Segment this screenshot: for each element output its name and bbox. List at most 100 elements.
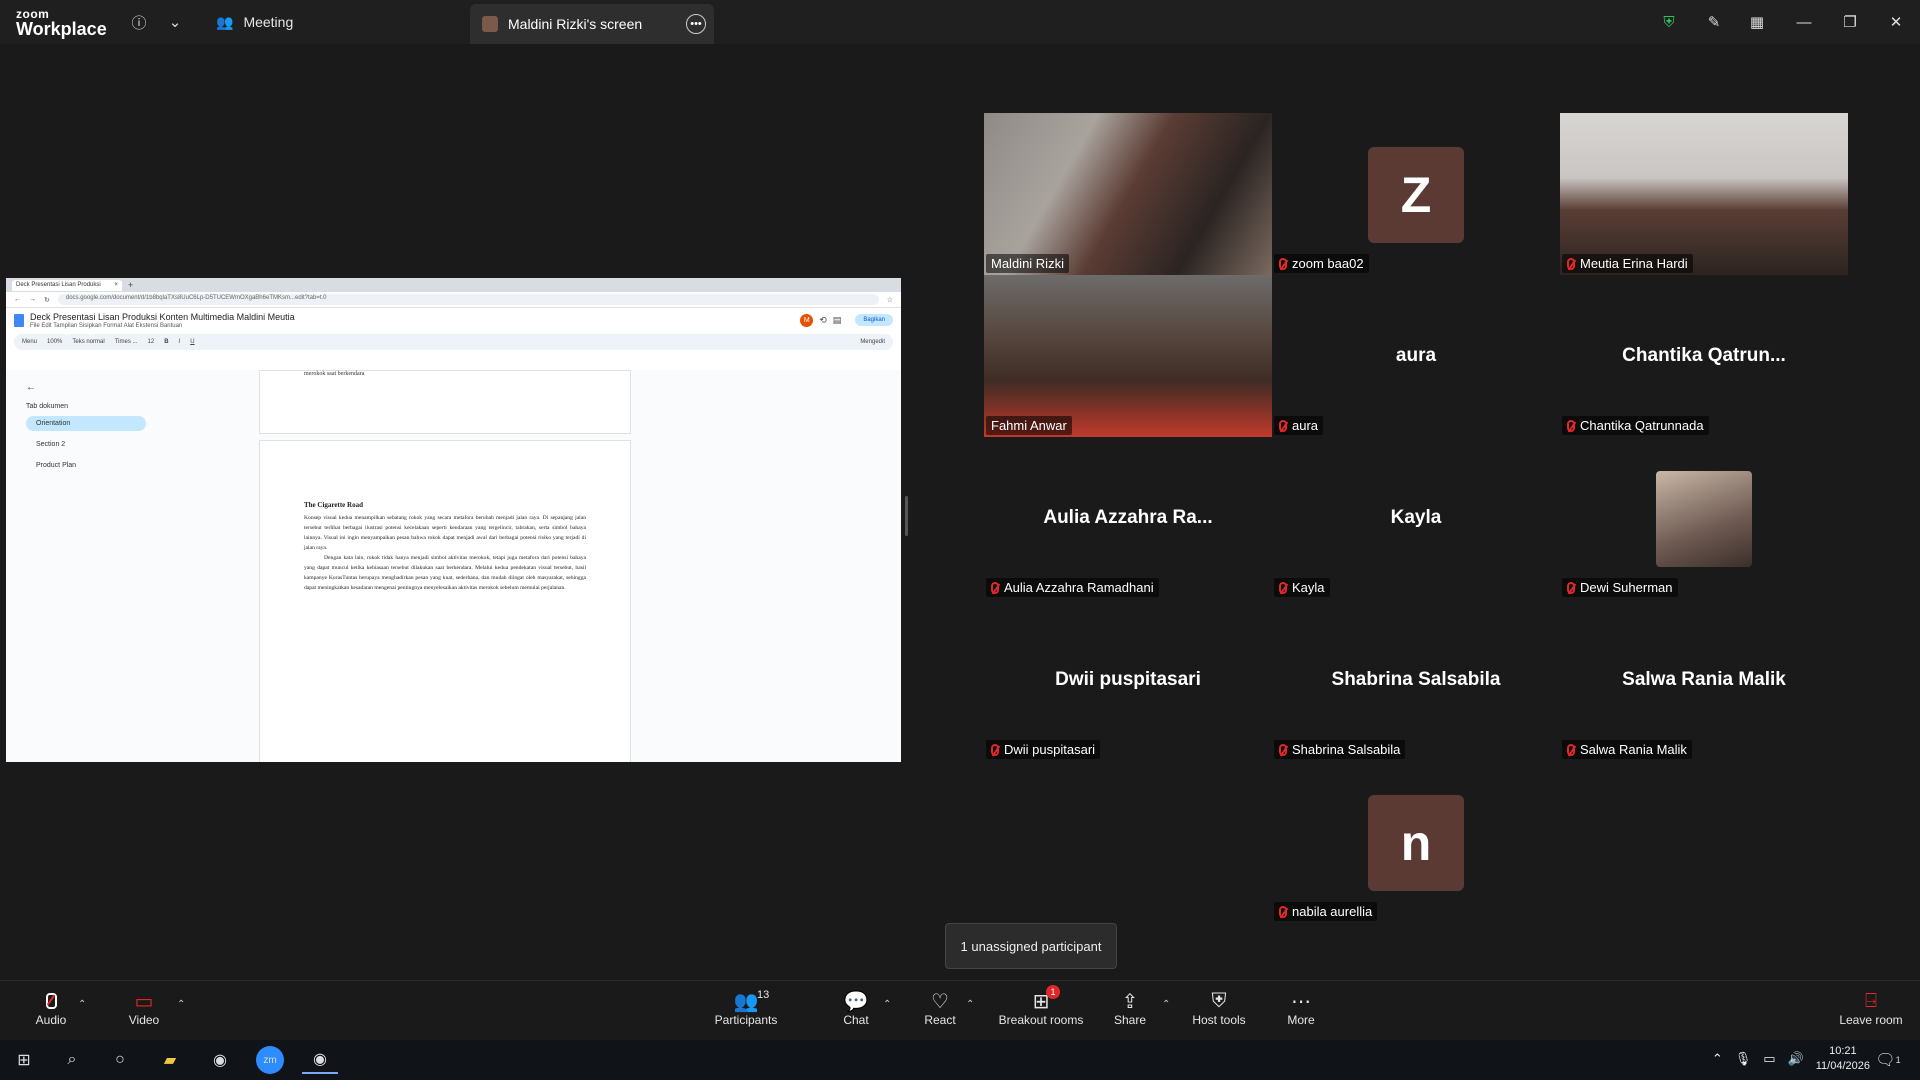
network-icon[interactable]: ▭ [1763, 1051, 1775, 1067]
participant-tile-fahmi[interactable]: Fahmi Anwar [984, 275, 1272, 437]
toolbar-item[interactable]: 12 [148, 339, 155, 345]
participant-tile-maldini[interactable]: Maldini Rizki [984, 113, 1272, 275]
chrome-icon[interactable]: ◉ [202, 1046, 238, 1074]
leave-room-button[interactable]: ⍈ Leave room [1826, 989, 1916, 1028]
toolbar-item[interactable]: Times ... [115, 339, 138, 345]
windows-start-icon[interactable]: ⊞ [6, 1046, 42, 1074]
docs-body: ← Tab dokumen Orientation Section 2 Prod… [6, 370, 901, 762]
star-icon[interactable]: ☆ [887, 296, 893, 304]
toolbar-item[interactable]: U [190, 339, 194, 345]
mic-muted-icon [1567, 419, 1575, 432]
participant-tile-dewi[interactable]: Dewi Suherman [1560, 437, 1848, 599]
participant-name-label: Chantika Qatrunnada [1562, 416, 1709, 435]
restore-icon[interactable]: ❐ [1838, 10, 1862, 34]
shield-icon[interactable]: ⛨ [1657, 10, 1681, 34]
close-tab-icon[interactable]: × [114, 282, 118, 289]
browser-tab[interactable]: Deck Presentasi Lisan Produksi × [12, 279, 122, 291]
previous-page: merokok saat berkendara [259, 370, 631, 434]
chrome-active-icon[interactable]: ◉ [302, 1046, 338, 1074]
more-button[interactable]: ⋯ More [1256, 989, 1346, 1028]
reload-icon[interactable]: ↻ [44, 296, 50, 304]
participant-tile-aura[interactable]: aura aura [1272, 275, 1560, 437]
video-button[interactable]: ▭ Video [99, 989, 189, 1028]
share-screen-icon: ⇪ [1121, 990, 1139, 1013]
volume-icon[interactable]: 🔊 [1788, 1051, 1804, 1067]
address-bar[interactable]: docs.google.com/document/d/1b8bqlaTXs8Uu… [57, 294, 879, 305]
unassigned-tooltip: 1 unassigned participant [945, 923, 1117, 969]
participant-tile-aulia[interactable]: Aulia Azzahra Ra... Aulia Azzahra Ramadh… [984, 437, 1272, 599]
tab-shared-screen[interactable]: Maldini Rizki's screen ••• [470, 4, 714, 44]
shared-screen[interactable]: Deck Presentasi Lisan Produksi × + ← → ↻ … [6, 278, 901, 762]
mic-muted-icon [1567, 743, 1575, 756]
clock[interactable]: 10:21 11/04/2026 [1816, 1044, 1870, 1074]
participant-tile-dwii[interactable]: Dwii puspitasari Dwii puspitasari [984, 599, 1272, 761]
mic-muted-icon [1279, 419, 1287, 432]
forward-icon[interactable]: → [29, 296, 36, 303]
profile-photo [1656, 471, 1752, 567]
participant-name-label: Aulia Azzahra Ramadhani [986, 578, 1159, 597]
breakout-rooms-button[interactable]: ⊞ 1 Breakout rooms [986, 985, 1096, 1027]
comment-icon[interactable]: ▤ [833, 315, 842, 326]
user-avatar[interactable]: M [800, 313, 814, 327]
minimize-icon[interactable]: — [1792, 10, 1816, 34]
tab-meeting[interactable]: 👥 Meeting [216, 0, 293, 44]
browser-address-row: ← → ↻ docs.google.com/document/d/1b8bqla… [6, 292, 901, 308]
host-tools-button[interactable]: ⛨ Host tools [1174, 989, 1264, 1028]
participant-name-label: Salwa Rania Malik [1562, 740, 1692, 759]
share-doc-button[interactable]: Bagikan [855, 314, 893, 326]
close-icon[interactable]: ✕ [1884, 10, 1908, 34]
docs-menu-bar[interactable]: File Edit Tampilan Sisipkan Format Alat … [30, 323, 295, 329]
toolbar-item[interactable]: Menu [22, 339, 37, 345]
participant-tile-meutia[interactable]: Meutia Erina Hardi [1560, 113, 1848, 275]
participant-name-label: zoom baa02 [1274, 254, 1369, 273]
doc-tab-section-2[interactable]: Section 2 [26, 437, 146, 452]
participant-display-name: Aulia Azzahra Ra... [1043, 507, 1213, 528]
chat-options-caret[interactable]: ⌃ [883, 999, 891, 1010]
doc-tab-product-plan[interactable]: Product Plan [26, 458, 146, 473]
chevron-down-icon[interactable]: ⌄ [163, 10, 187, 34]
cortana-icon[interactable]: ○ [102, 1046, 138, 1074]
participant-tile-nabila[interactable]: n nabila aurellia [1272, 761, 1560, 923]
info-icon[interactable]: ⓘ [127, 10, 151, 34]
tray-chevron-icon[interactable]: ⌃ [1712, 1051, 1723, 1067]
title-bar: zoom Workplace ⓘ ⌄ 👥 Meeting Maldini Riz… [0, 0, 1920, 44]
react-options-caret[interactable]: ⌃ [966, 999, 974, 1010]
new-tab-icon[interactable]: + [128, 280, 133, 290]
toolbar-item[interactable]: Teks normal [72, 339, 104, 345]
notification-icon[interactable]: 🗨 1 [1870, 1046, 1906, 1074]
doc-title[interactable]: Deck Presentasi Lisan Produksi Konten Mu… [30, 312, 295, 322]
history-icon[interactable]: ⟲ [819, 315, 827, 326]
more-options-icon[interactable]: ••• [686, 14, 706, 34]
splitter-handle[interactable] [905, 496, 908, 536]
participant-display-name: aura [1395, 345, 1437, 366]
document-page[interactable]: The Cigarette Road Konsep visual kedua m… [259, 440, 631, 762]
toolbar-item[interactable]: B [164, 339, 168, 345]
share-options-caret[interactable]: ⌃ [1162, 999, 1170, 1010]
docs-toolbar: Menu 100% Teks normal Times ... 12 B I U… [14, 334, 893, 350]
layout-icon[interactable]: ▦ [1745, 10, 1769, 34]
toolbar-item[interactable]: I [179, 339, 181, 345]
document-tabs-panel: ← Tab dokumen Orientation Section 2 Prod… [26, 382, 146, 473]
mic-muted-icon [991, 743, 999, 756]
participant-tile-kayla[interactable]: Kayla Kayla [1272, 437, 1560, 599]
participant-tile-chantika[interactable]: Chantika Qatrun... Chantika Qatrunnada [1560, 275, 1848, 437]
toolbar-item[interactable]: 100% [47, 339, 62, 345]
audio-options-caret[interactable]: ⌃ [78, 999, 86, 1010]
pen-icon[interactable]: ✎ [1702, 10, 1726, 34]
toolbar-item[interactable]: Mengedit [860, 339, 885, 345]
browser-tab-strip: Deck Presentasi Lisan Produksi × + [6, 278, 901, 292]
participants-button[interactable]: 👥 13 Participants [701, 989, 791, 1027]
participant-tile-zoom-baa02[interactable]: Z zoom baa02 [1272, 113, 1560, 275]
zoom-app-icon[interactable]: zm [256, 1046, 284, 1074]
participant-tile-shabrina[interactable]: Shabrina Salsabila Shabrina Salsabila [1272, 599, 1560, 761]
back-icon[interactable]: ← [14, 296, 21, 303]
windows-taskbar: ⊞ ⌕ ○ ▰ ◉ zm ◉ ⌃ 🎙 ▭ 🔊 10:21 11/04/2026 … [0, 1040, 1920, 1080]
participant-tile-salwa[interactable]: Salwa Rania Malik Salwa Rania Malik [1560, 599, 1848, 761]
search-icon[interactable]: ⌕ [54, 1046, 90, 1074]
video-options-caret[interactable]: ⌃ [177, 999, 185, 1010]
doc-tab-orientation[interactable]: Orientation [26, 416, 146, 431]
back-arrow-icon[interactable]: ← [26, 382, 146, 393]
mic-muted-icon [1279, 743, 1287, 756]
file-explorer-icon[interactable]: ▰ [152, 1046, 188, 1074]
mic-icon[interactable]: 🎙 [1735, 1051, 1752, 1067]
